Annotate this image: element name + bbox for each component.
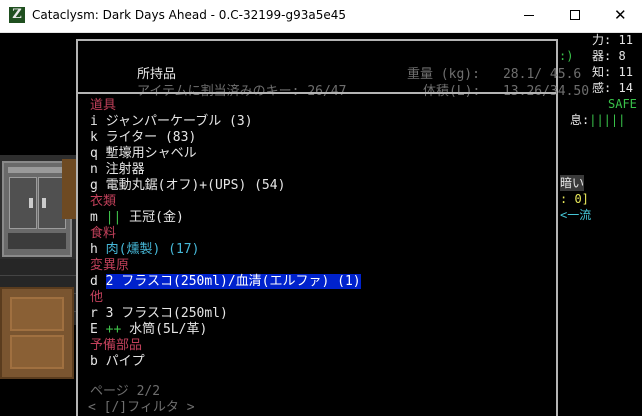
page-indicator: ページ 2/2 [90, 384, 161, 399]
category-header: 衣類 [90, 194, 117, 209]
list-item[interactable]: n 注射器 [90, 162, 145, 178]
stat-str: 力: 11 [592, 33, 633, 47]
category-header: 変異原 [90, 258, 130, 273]
inventory-window: 所持品 アイテムに割当済みのキー: 26/47 重量 (kg): 28.1/ 4… [76, 39, 589, 416]
list-item-selected[interactable]: d 2 フラスコ(250ml)/血清(エルファ) (1) [90, 274, 361, 290]
category-header: 予備部品 [90, 338, 143, 353]
safe-mode-indicator: SAFE [608, 97, 637, 111]
list-item[interactable]: b パイプ [90, 354, 145, 370]
filter-button[interactable]: < [/]フィルタ > [88, 400, 195, 416]
minimize-button[interactable] [506, 0, 552, 32]
list-item[interactable]: E ++ 水筒(5L/革) [90, 322, 207, 338]
count-fragment: : 0] [560, 192, 589, 206]
window-title: Cataclysm: Dark Days Ahead - 0.C-32199-g… [32, 8, 346, 22]
maximize-button[interactable] [552, 0, 598, 32]
worn-marker: || [105, 210, 122, 225]
list-item[interactable]: i ジャンパーケーブル (3) [90, 114, 253, 130]
game-viewport[interactable]: 力: 11 器: 8 知: 11 感: 14 :) SAFE 息:||||| 暗… [0, 33, 642, 416]
list-item[interactable]: k ライター (83) [90, 130, 196, 146]
crate-tile [62, 159, 76, 219]
style-fragment: <一流 [560, 208, 592, 222]
window-title-bar: Z Cataclysm: Dark Days Ahead - 0.C-32199… [0, 0, 642, 33]
header-divider [78, 92, 556, 94]
focus-bar: ||||| [589, 113, 626, 127]
close-icon: ✕ [614, 6, 627, 24]
stat-int: 知: 11 [592, 65, 633, 79]
category-header: 道具 [90, 98, 117, 113]
maximize-icon [570, 10, 580, 20]
category-header: 食料 [90, 226, 117, 241]
list-item[interactable]: g 電動丸鋸(オフ)+(UPS) (54) [90, 178, 285, 194]
list-item[interactable]: h 肉(燻製) (17) [90, 242, 199, 258]
list-item[interactable]: r 3 フラスコ(250ml) [90, 306, 228, 322]
wooden-door-tile [0, 287, 74, 379]
wielded-marker: ++ [105, 322, 122, 337]
close-button[interactable]: ✕ [598, 0, 642, 32]
stat-per: 感: 14 [592, 81, 633, 95]
category-header: 他 [90, 290, 104, 305]
app-logo-icon: Z [9, 7, 25, 23]
light-level: 暗い [560, 175, 585, 191]
stat-dex: 器: 8 [592, 49, 626, 63]
minimize-icon [524, 15, 534, 16]
list-item[interactable]: q 塹壕用シャベル [90, 146, 197, 162]
list-item[interactable]: m || 王冠(金) [90, 210, 184, 226]
